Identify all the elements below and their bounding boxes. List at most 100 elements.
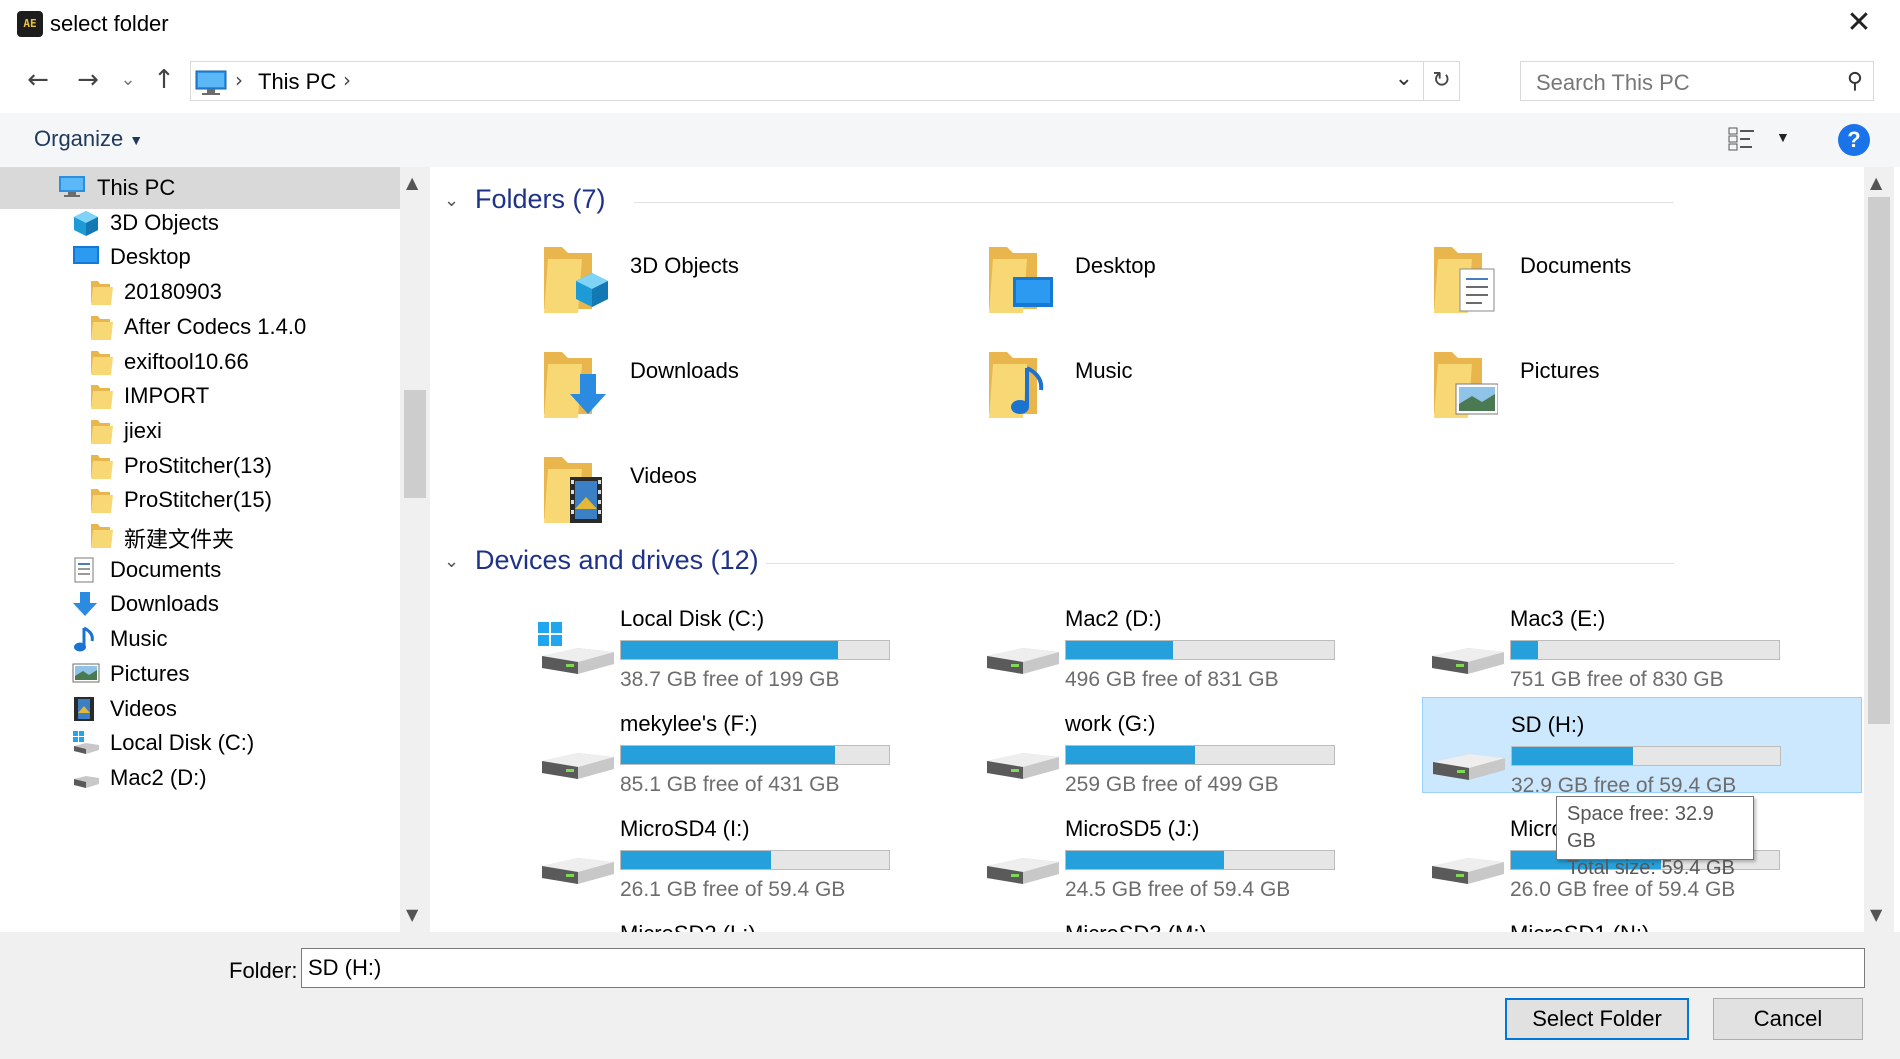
drive-icon [983,622,1061,678]
drive-usage-bar [1065,640,1335,660]
tree-item-label: ProStitcher(15) [124,487,272,513]
tree-item-label: Music [110,626,168,652]
scrollbar-thumb[interactable] [1868,197,1890,724]
drive-tooltip: Space free: 32.9 GB Total size: 59.4 GB [1556,796,1754,879]
drive-icon [1428,622,1506,678]
scroll-down-arrow-icon[interactable]: ▼ [406,905,418,924]
folder-tile[interactable]: Pictures [1432,344,1852,434]
monitor-icon [195,70,227,95]
folder-tile[interactable]: Music [987,344,1407,434]
folder-icon [90,487,118,514]
drive-name: work (G:) [1065,711,1156,736]
content-pane-scrollbar[interactable]: ▲ ▼ [1864,167,1894,932]
drive-usage-bar [620,850,890,870]
folder-tile[interactable]: Documents [1432,239,1852,329]
group-divider [766,563,1674,564]
up-arrow-icon[interactable]: ↑ [148,64,180,96]
select-folder-button[interactable]: Select Folder [1505,998,1689,1040]
folder-icon [90,418,118,444]
tree-item-label: IMPORT [124,383,210,409]
view-options-caret-icon[interactable]: ▼ [1776,129,1790,145]
drive-tile[interactable]: Mac2 (D:) 496 GB free of 831 GB [977,592,1417,691]
drive-free-space: 26.1 GB free of 59.4 GB [620,878,846,901]
drive-usage-fill [1511,641,1538,659]
drive-usage-bar [1510,640,1780,660]
tree-item[interactable]: Mac2 (D:) [0,757,400,799]
search-box[interactable]: Search This PC ⚲ [1520,61,1874,101]
drive-free-space: 38.7 GB free of 199 GB [620,668,840,691]
change-view-icon[interactable] [1728,126,1756,152]
drive-tile[interactable]: SD (H:) 32.9 GB free of 59.4 GB [1422,697,1862,797]
recent-locations-chevron-icon[interactable]: ⌄ [112,64,144,96]
tree-item-label: Documents [110,556,222,582]
drive-usage-fill [1066,641,1174,659]
scrollbar-thumb[interactable] [404,390,426,498]
folder-label: Downloads [630,358,739,383]
folder-label: Desktop [1075,253,1156,278]
drive-tile[interactable]: MicroSD4 (I:) 26.1 GB free of 59.4 GB [532,802,972,901]
documents-folder-icon [1432,239,1498,315]
folder-field-label: Folder: [229,958,298,983]
back-arrow-icon[interactable]: ← [22,64,54,96]
drive-tile[interactable]: mekylee's (F:) 85.1 GB free of 431 GB [532,697,972,796]
drives-group-header[interactable]: ⌄ Devices and drives (12) [444,545,1864,579]
forward-arrow-icon[interactable]: → [72,64,104,96]
search-icon[interactable]: ⚲ [1847,69,1863,94]
drive-usage-fill [1512,747,1633,765]
drive-usage-fill [621,641,839,659]
tree-item-label: Local Disk (C:) [110,730,255,756]
scroll-up-arrow-icon[interactable]: ▲ [1870,173,1882,192]
drive-icon [1428,832,1506,888]
collapse-chevron-icon[interactable]: ⌄ [444,190,459,211]
drive-name: MicroSD2 (L:) [620,921,756,932]
address-history-chevron-icon[interactable]: ⌄ [1395,66,1413,91]
drive-tile[interactable]: work (G:) 259 GB free of 499 GB [977,697,1417,796]
folder-tile[interactable]: 3D Objects [542,239,962,329]
scroll-up-arrow-icon[interactable]: ▲ [406,173,418,192]
collapse-chevron-icon[interactable]: ⌄ [444,551,459,572]
cube-icon [72,210,100,236]
tree-item-label: Downloads [110,591,219,617]
refresh-icon[interactable]: ↻ [1423,62,1459,100]
organize-menu-button[interactable]: Organize ▼ [34,126,143,152]
breadcrumb-separator-icon[interactable]: › [235,68,243,92]
folder-icon [90,522,118,548]
drive-free-space: 751 GB free of 830 GB [1510,668,1724,691]
cancel-button[interactable]: Cancel [1713,998,1863,1040]
search-placeholder[interactable]: Search This PC [1536,70,1690,96]
drive-free-space: 496 GB free of 831 GB [1065,668,1279,691]
help-icon[interactable]: ? [1838,124,1870,156]
drive-tile[interactable]: Local Disk (C:) 38.7 GB free of 199 GB [532,592,972,691]
drive-icon [538,832,616,888]
drive-tile[interactable]: MicroSD2 (L:) [532,907,972,932]
drive-usage-fill [621,746,836,764]
navigation-pane-scrollbar[interactable]: ▲ ▼ [400,167,430,932]
drive-name: MicroSD1 (N:) [1510,921,1649,932]
scroll-down-arrow-icon[interactable]: ▼ [1870,905,1882,924]
drive-name: Local Disk (C:) [620,606,765,631]
tree-item-label: Mac2 (D:) [110,764,207,790]
drive-usage-bar [620,745,890,765]
folder-tile[interactable]: Desktop [987,239,1407,329]
folder-input[interactable] [301,948,1865,988]
breadcrumb-separator-icon[interactable]: › [343,68,351,92]
group-divider [634,202,1674,203]
drive-tile[interactable]: MicroSD5 (J:) 24.5 GB free of 59.4 GB [977,802,1417,901]
folder-tile[interactable]: Downloads [542,344,962,434]
drive-icon [983,727,1061,783]
folders-group-header[interactable]: ⌄ Folders (7) [444,184,1864,218]
folder-tile[interactable]: Videos [542,449,962,539]
address-bar[interactable]: › This PC › ⌄ ↻ [190,61,1460,101]
pictures-icon [72,661,100,687]
drive-name: SD (H:) [1511,712,1585,737]
drive-tile[interactable]: MicroSD3 (M:) [977,907,1417,932]
drive-tile[interactable]: MicroSD1 (N:) [1422,907,1862,932]
folder-icon [90,383,118,410]
drive-tile[interactable]: Mac3 (E:) 751 GB free of 830 GB [1422,592,1862,691]
drive-name: mekylee's (F:) [620,711,758,736]
drive-usage-bar [1065,850,1335,870]
close-icon[interactable]: ✕ [1842,8,1876,42]
breadcrumb-this-pc[interactable]: This PC [258,69,336,95]
drive-usage-fill [1066,746,1195,764]
drive-name: MicroSD5 (J:) [1065,816,1200,841]
